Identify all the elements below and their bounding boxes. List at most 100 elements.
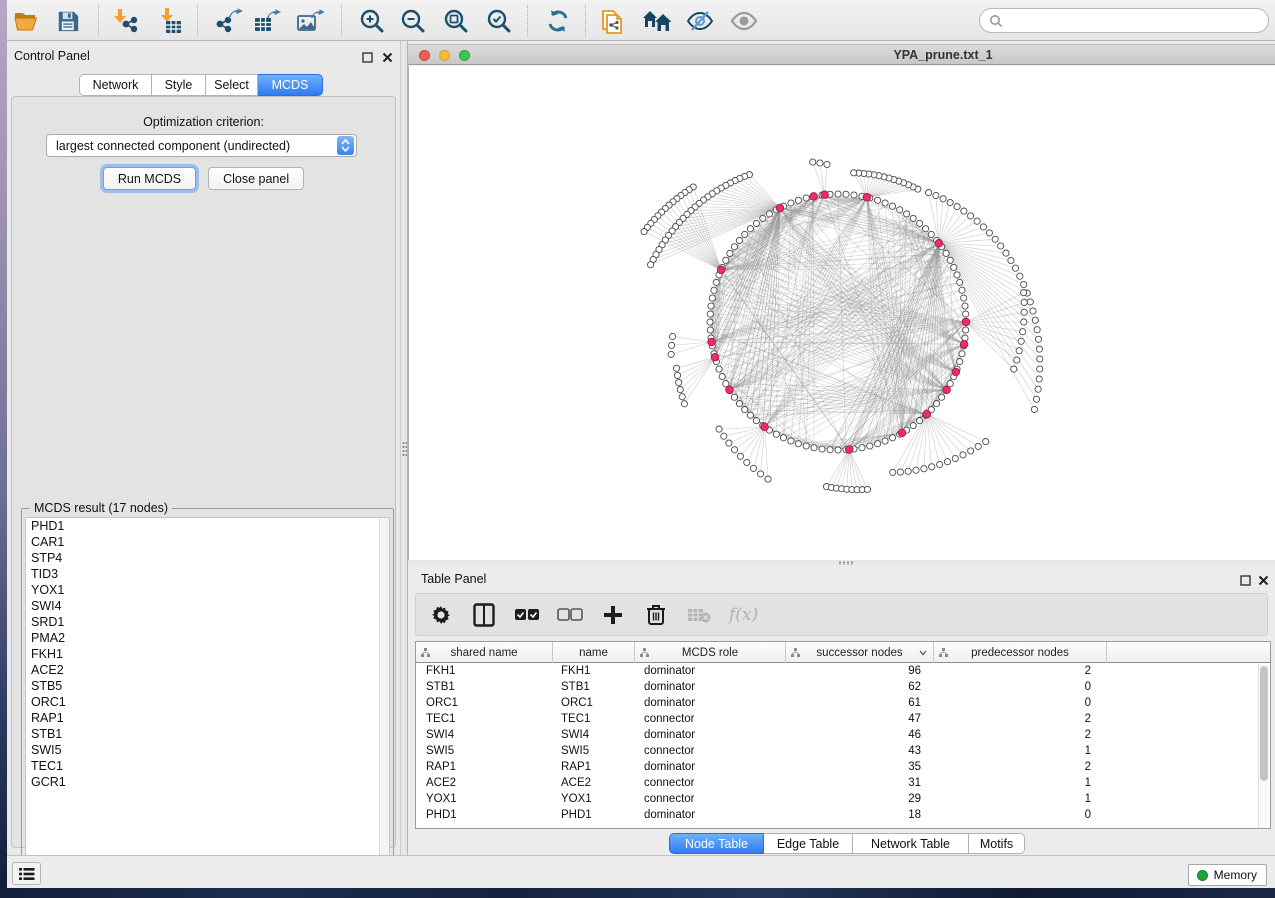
- column-header-shared-name[interactable]: shared name: [416, 642, 553, 663]
- table-cell: TEC1: [553, 711, 635, 727]
- tab-network[interactable]: Network: [79, 74, 152, 96]
- mcds-result-item[interactable]: CAR1: [26, 534, 389, 550]
- share-document-icon[interactable]: [595, 6, 629, 36]
- tab-edge-table[interactable]: Edge Table: [764, 833, 853, 854]
- add-column-icon[interactable]: [600, 602, 626, 628]
- mcds-result-item[interactable]: TID3: [26, 566, 389, 582]
- mcds-result-item[interactable]: SWI5: [26, 742, 389, 758]
- mcds-result-item[interactable]: STB1: [26, 726, 389, 742]
- table-row[interactable]: STB1STB1dominator620: [416, 679, 1270, 695]
- table-row[interactable]: ORC1ORC1dominator610: [416, 695, 1270, 711]
- mcds-result-item[interactable]: GCR1: [26, 774, 389, 790]
- table-row[interactable]: RAP1RAP1dominator352: [416, 759, 1270, 775]
- refresh-icon[interactable]: [541, 6, 575, 36]
- memory-button[interactable]: Memory: [1188, 864, 1267, 886]
- tab-network-table[interactable]: Network Table: [853, 833, 969, 854]
- tab-node-table[interactable]: Node Table: [669, 833, 764, 854]
- column-header-predecessor-nodes[interactable]: predecessor nodes: [934, 642, 1107, 663]
- select-stepper-icon: [337, 136, 354, 155]
- mcds-result-list[interactable]: PHD1CAR1STP4TID3YOX1SWI4SRD1PMA2FKH1ACE2…: [25, 517, 390, 879]
- zoom-selected-icon[interactable]: [482, 6, 516, 36]
- mcds-list-scrollbar[interactable]: [379, 518, 389, 878]
- table-row[interactable]: PHD1PHD1dominator180: [416, 807, 1270, 823]
- tab-select[interactable]: Select: [206, 74, 258, 96]
- mcds-result-item[interactable]: SRD1: [26, 614, 389, 630]
- import-network-icon[interactable]: [108, 6, 142, 36]
- close-table-panel-icon[interactable]: [1258, 573, 1271, 586]
- vertical-splitter[interactable]: [400, 41, 408, 855]
- table-scrollbar-thumb[interactable]: [1260, 666, 1268, 781]
- split-view-icon[interactable]: [471, 602, 497, 628]
- mcds-result-item[interactable]: ORC1: [26, 694, 389, 710]
- mcds-result-item[interactable]: PHD1: [26, 518, 389, 534]
- network-view[interactable]: [408, 66, 1275, 560]
- table-row[interactable]: SWI5SWI5connector431: [416, 743, 1270, 759]
- splitter-handle[interactable]: [402, 441, 407, 457]
- close-panel-icon[interactable]: [382, 50, 395, 63]
- mcds-result-item[interactable]: SWI4: [26, 598, 389, 614]
- column-header-successor-nodes[interactable]: successor nodes: [786, 642, 934, 663]
- table-row[interactable]: ACE2ACE2connector311: [416, 775, 1270, 791]
- tab-motifs[interactable]: Motifs: [969, 833, 1025, 854]
- hide-panel-eye-icon[interactable]: [683, 6, 717, 36]
- search-input[interactable]: [1003, 14, 1268, 28]
- table-panel: Table Panel: [408, 566, 1275, 855]
- tab-style[interactable]: Style: [152, 74, 206, 96]
- table-cell: connector: [635, 775, 786, 791]
- zoom-out-icon[interactable]: [396, 6, 430, 36]
- zoom-fit-icon[interactable]: [439, 6, 473, 36]
- table-row[interactable]: YOX1YOX1connector291: [416, 791, 1270, 807]
- maximize-window-icon[interactable]: [459, 50, 470, 61]
- optimization-criterion-select[interactable]: largest connected component (undirected): [46, 134, 357, 157]
- save-session-icon[interactable]: [51, 6, 85, 36]
- open-session-icon[interactable]: [10, 6, 44, 36]
- select-all-checkboxes-icon[interactable]: [514, 602, 540, 628]
- node-table-body[interactable]: FKH1FKH1dominator962STB1STB1dominator620…: [416, 663, 1270, 823]
- export-table-icon[interactable]: [250, 6, 284, 36]
- zoom-in-icon[interactable]: [355, 6, 389, 36]
- minimize-window-icon[interactable]: [439, 50, 450, 61]
- delete-column-icon[interactable]: [643, 602, 669, 628]
- mcds-result-item[interactable]: FKH1: [26, 646, 389, 662]
- table-row[interactable]: TEC1TEC1connector472: [416, 711, 1270, 727]
- mcds-result-item[interactable]: STB5: [26, 678, 389, 694]
- column-header-name[interactable]: name: [553, 642, 635, 663]
- mcds-result-item[interactable]: TEC1: [26, 758, 389, 774]
- table-row[interactable]: FKH1FKH1dominator962: [416, 663, 1270, 679]
- mcds-result-item[interactable]: PMA2: [26, 630, 389, 646]
- run-mcds-button[interactable]: Run MCDS: [103, 167, 196, 190]
- import-table-icon[interactable]: [153, 6, 187, 36]
- table-row[interactable]: SWI4SWI4dominator462: [416, 727, 1270, 743]
- close-panel-button[interactable]: Close panel: [208, 167, 304, 190]
- deselect-all-checkboxes-icon[interactable]: [557, 602, 583, 628]
- home-pages-icon[interactable]: [640, 6, 674, 36]
- table-cell: 29: [786, 791, 934, 807]
- network-graph[interactable]: [409, 66, 1274, 560]
- close-window-icon[interactable]: [419, 50, 430, 61]
- export-network-icon[interactable]: [212, 6, 246, 36]
- float-panel-icon[interactable]: [362, 50, 375, 63]
- table-cell: 0: [934, 679, 1107, 695]
- settings-gear-icon[interactable]: [428, 602, 454, 628]
- mcds-result-item[interactable]: RAP1: [26, 710, 389, 726]
- search-box[interactable]: [979, 8, 1269, 33]
- toolbar-separator: [527, 5, 528, 36]
- mcds-result-item[interactable]: ACE2: [26, 662, 389, 678]
- tab-mcds[interactable]: MCDS: [258, 74, 323, 96]
- float-table-panel-icon[interactable]: [1240, 573, 1253, 586]
- network-titlebar[interactable]: YPA_prune.txt_1: [408, 44, 1275, 65]
- task-history-button[interactable]: [12, 862, 41, 885]
- splitter-handle[interactable]: [838, 561, 854, 565]
- table-cell: connector: [635, 743, 786, 759]
- show-panel-eye-icon[interactable]: [727, 6, 761, 36]
- memory-status-icon: [1197, 870, 1208, 881]
- mcds-result-item[interactable]: YOX1: [26, 582, 389, 598]
- export-image-icon[interactable]: [293, 6, 327, 36]
- network-title: YPA_prune.txt_1: [808, 48, 1078, 62]
- mcds-result-item[interactable]: STP4: [26, 550, 389, 566]
- toolbar-separator: [341, 5, 342, 36]
- table-toolbar: f(x): [415, 593, 1268, 636]
- table-cell: dominator: [635, 759, 786, 775]
- column-header-MCDS-role[interactable]: MCDS role: [635, 642, 786, 663]
- table-scrollbar[interactable]: [1258, 664, 1269, 828]
